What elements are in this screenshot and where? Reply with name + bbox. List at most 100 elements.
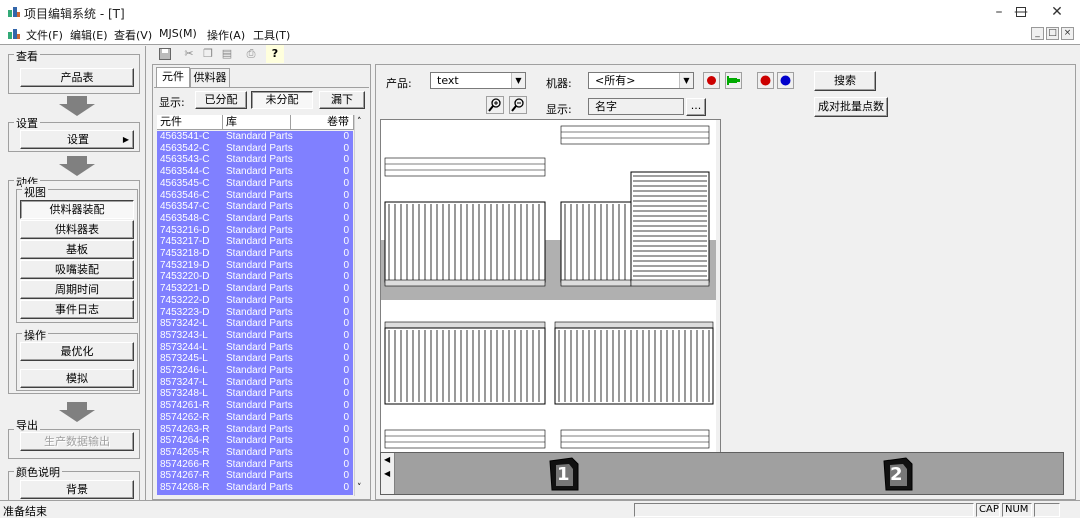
table-row[interactable]: 8573247-L Standard Parts 0 bbox=[157, 377, 353, 389]
table-row[interactable]: 7453221-D Standard Parts 0 bbox=[157, 283, 353, 295]
menu-file[interactable]: 文件(F) bbox=[26, 27, 63, 43]
pair-batch-button[interactable]: 成对批量点数 bbox=[814, 97, 888, 117]
strip-scroll-left[interactable]: ◀ ◀ bbox=[381, 453, 395, 494]
library-cell: Standard Parts bbox=[226, 329, 293, 341]
product-select[interactable]: text ▼ bbox=[430, 72, 526, 89]
table-row[interactable]: 4563544-C Standard Parts 0 bbox=[157, 166, 353, 178]
table-row[interactable]: 8574261-R Standard Parts 0 bbox=[157, 400, 353, 412]
red-marker-button[interactable] bbox=[703, 72, 720, 89]
mdi-close-button[interactable]: × bbox=[1061, 27, 1074, 40]
product-table-button[interactable]: 产品表 bbox=[20, 68, 134, 87]
zoom-out-button[interactable] bbox=[509, 96, 527, 114]
table-row[interactable]: 7453223-D Standard Parts 0 bbox=[157, 307, 353, 319]
column-part[interactable]: 元件 bbox=[157, 115, 223, 129]
nav-event-log[interactable]: 事件日志 bbox=[20, 300, 134, 319]
close-window-button[interactable]: ✕ bbox=[1034, 0, 1080, 24]
column-reel[interactable]: 卷带 bbox=[291, 115, 354, 129]
mdi-minimize-button[interactable]: _ bbox=[1031, 27, 1044, 40]
table-row[interactable]: 8574267-R Standard Parts 0 bbox=[157, 470, 353, 482]
library-cell: Standard Parts bbox=[226, 353, 293, 365]
print-icon[interactable]: ⎙ bbox=[242, 45, 260, 63]
table-row[interactable]: 8573243-L Standard Parts 0 bbox=[157, 330, 353, 342]
blue-circle-button[interactable] bbox=[777, 72, 794, 89]
library-cell: Standard Parts bbox=[226, 177, 293, 189]
parts-scrollbar[interactable]: ˄ ˅ bbox=[354, 115, 368, 496]
display-field[interactable]: 名字 bbox=[588, 98, 684, 115]
background-color-button[interactable]: 背景 bbox=[20, 480, 134, 499]
filter-missing-button[interactable]: 漏下 bbox=[319, 91, 365, 109]
reel-count-cell: 0 bbox=[343, 166, 349, 178]
table-row[interactable]: 8573245-L Standard Parts 0 bbox=[157, 353, 353, 365]
table-row[interactable]: 4563541-C Standard Parts 0 bbox=[157, 131, 353, 143]
feeder-layout-canvas[interactable] bbox=[380, 119, 721, 453]
paste-icon[interactable]: ▤ bbox=[218, 45, 236, 63]
nav-nozzle-assembly[interactable]: 吸嘴装配 bbox=[20, 260, 134, 279]
scroll-down-icon[interactable]: ˅ bbox=[357, 483, 362, 493]
table-row[interactable]: 4563546-C Standard Parts 0 bbox=[157, 190, 353, 202]
table-row[interactable]: 4563547-C Standard Parts 0 bbox=[157, 201, 353, 213]
copy-icon[interactable]: ❐ bbox=[199, 45, 217, 63]
menu-action[interactable]: 操作(A) bbox=[207, 27, 245, 43]
zoom-out-icon bbox=[511, 98, 524, 112]
nav-board[interactable]: 基板 bbox=[20, 240, 134, 259]
simulate-button[interactable]: 模拟 bbox=[20, 369, 134, 388]
nav-feeder-assembly[interactable]: 供料器装配 bbox=[20, 200, 134, 219]
table-row[interactable]: 7453218-D Standard Parts 0 bbox=[157, 248, 353, 260]
red-circle-button[interactable] bbox=[757, 72, 774, 89]
export-data-button[interactable]: 生产数据输出 bbox=[20, 432, 134, 451]
settings-button[interactable]: 设置 ▶ bbox=[20, 130, 134, 149]
machine-1-tab[interactable]: 1 bbox=[547, 456, 581, 492]
reel-count-cell: 0 bbox=[343, 329, 349, 341]
machine-select[interactable]: <所有> ▼ bbox=[588, 72, 694, 89]
menu-mjs[interactable]: MJS(M) bbox=[159, 27, 197, 40]
table-row[interactable]: 7453216-D Standard Parts 0 bbox=[157, 225, 353, 237]
table-row[interactable]: 8573248-L Standard Parts 0 bbox=[157, 388, 353, 400]
cut-icon[interactable]: ✂ bbox=[180, 45, 198, 63]
part-number-cell: 7453218-D bbox=[160, 248, 210, 259]
reel-count-cell: 0 bbox=[343, 201, 349, 213]
table-row[interactable]: 8574266-R Standard Parts 0 bbox=[157, 459, 353, 471]
search-button[interactable]: 搜索 bbox=[814, 71, 876, 91]
save-icon[interactable] bbox=[156, 45, 174, 63]
scroll-up-icon[interactable]: ˄ bbox=[357, 117, 362, 127]
machine-2-tab[interactable]: 2 bbox=[881, 456, 915, 492]
export-group-title: 导出 bbox=[14, 417, 40, 433]
table-row[interactable]: 8574268-R Standard Parts 0 bbox=[157, 482, 353, 494]
table-row[interactable]: 7453219-D Standard Parts 0 bbox=[157, 260, 353, 272]
tab-parts[interactable]: 元件 bbox=[156, 67, 190, 87]
library-cell: Standard Parts bbox=[226, 212, 293, 224]
table-row[interactable]: 8573242-L Standard Parts 0 bbox=[157, 318, 353, 330]
mdi-restore-button[interactable]: □ bbox=[1046, 27, 1059, 40]
table-row[interactable]: 8574263-R Standard Parts 0 bbox=[157, 424, 353, 436]
library-cell: Standard Parts bbox=[226, 236, 293, 248]
zoom-in-button[interactable] bbox=[486, 96, 504, 114]
help-icon[interactable]: ? bbox=[266, 45, 284, 63]
table-row[interactable]: 7453222-D Standard Parts 0 bbox=[157, 295, 353, 307]
table-row[interactable]: 4563545-C Standard Parts 0 bbox=[157, 178, 353, 190]
green-pin-button[interactable] bbox=[725, 72, 742, 89]
menu-view[interactable]: 查看(V) bbox=[114, 27, 152, 43]
library-cell: Standard Parts bbox=[226, 224, 293, 236]
table-row[interactable]: 8574264-R Standard Parts 0 bbox=[157, 435, 353, 447]
table-row[interactable]: 7453217-D Standard Parts 0 bbox=[157, 236, 353, 248]
table-row[interactable]: 8574262-R Standard Parts 0 bbox=[157, 412, 353, 424]
table-row[interactable]: 4563548-C Standard Parts 0 bbox=[157, 213, 353, 225]
nav-cycle-time[interactable]: 周期时间 bbox=[20, 280, 134, 299]
optimize-button[interactable]: 最优化 bbox=[20, 342, 134, 361]
filter-unassigned-button[interactable]: 未分配 bbox=[251, 91, 313, 109]
table-row[interactable]: 8574265-R Standard Parts 0 bbox=[157, 447, 353, 459]
menu-tools[interactable]: 工具(T) bbox=[253, 27, 290, 43]
table-row[interactable]: 7453220-D Standard Parts 0 bbox=[157, 271, 353, 283]
menu-edit[interactable]: 编辑(E) bbox=[70, 27, 108, 43]
table-row[interactable]: 4563543-C Standard Parts 0 bbox=[157, 154, 353, 166]
filter-assigned-button[interactable]: 已分配 bbox=[195, 91, 247, 109]
column-library[interactable]: 库 bbox=[223, 115, 291, 129]
browse-button[interactable]: ... bbox=[686, 98, 706, 116]
library-cell: Standard Parts bbox=[226, 411, 293, 423]
nav-feeder-table[interactable]: 供料器表 bbox=[20, 220, 134, 239]
flow-arrow-icon bbox=[59, 96, 95, 116]
table-row[interactable]: 8573244-L Standard Parts 0 bbox=[157, 342, 353, 354]
tab-feeders[interactable]: 供料器 bbox=[190, 68, 230, 87]
table-row[interactable]: 4563542-C Standard Parts 0 bbox=[157, 143, 353, 155]
table-row[interactable]: 8573246-L Standard Parts 0 bbox=[157, 365, 353, 377]
